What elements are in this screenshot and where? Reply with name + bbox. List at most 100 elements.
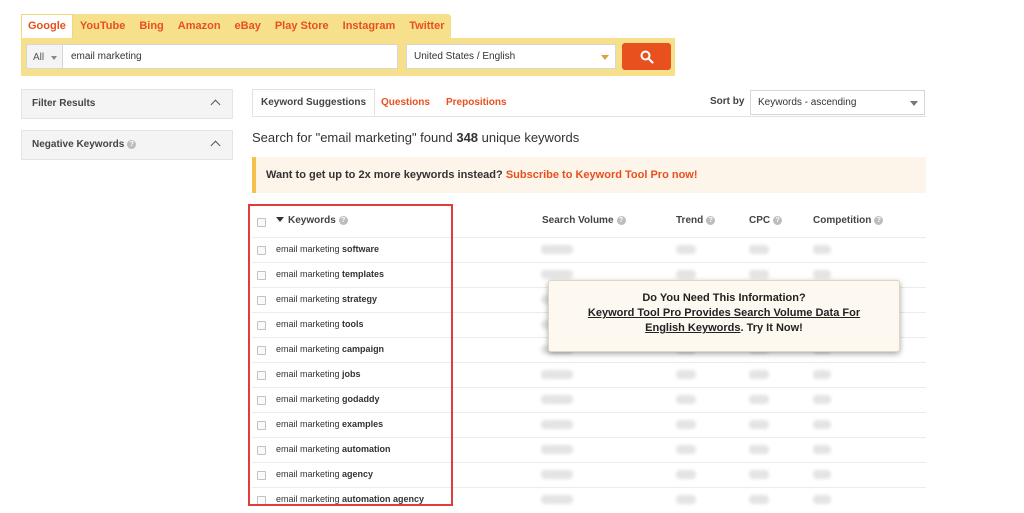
search-input[interactable]: email marketing xyxy=(62,44,398,69)
blurred-value xyxy=(749,495,769,504)
blurred-value xyxy=(813,470,831,479)
keyword-cell[interactable]: email marketing tools xyxy=(276,319,364,329)
subscribe-link[interactable]: Subscribe to Keyword Tool Pro now! xyxy=(506,169,698,181)
sort-select[interactable]: Keywords - ascending xyxy=(750,90,925,115)
trend-label: Trend xyxy=(676,215,704,226)
blurred-value xyxy=(676,270,696,279)
promo-text: Want to get up to 2x more keywords inste… xyxy=(266,169,503,181)
keyword-cell[interactable]: email marketing jobs xyxy=(276,369,361,379)
keyword-cell[interactable]: email marketing examples xyxy=(276,419,383,429)
blurred-value xyxy=(541,245,573,254)
keyword-cell[interactable]: email marketing strategy xyxy=(276,294,377,304)
row-checkbox[interactable] xyxy=(257,321,266,330)
chevron-down-icon xyxy=(910,101,918,106)
blurred-value xyxy=(541,495,573,504)
row-checkbox[interactable] xyxy=(257,346,266,355)
sort-desc-icon xyxy=(276,217,284,222)
tab-play-store[interactable]: Play Store xyxy=(268,14,336,38)
blurred-value xyxy=(676,370,696,379)
locale-select[interactable]: United States / English xyxy=(406,44,616,69)
keywords-header[interactable]: Keywords? xyxy=(276,215,348,226)
sort-value: Keywords - ascending xyxy=(758,97,857,108)
tabs-divider xyxy=(252,116,926,117)
row-checkbox[interactable] xyxy=(257,246,266,255)
help-icon[interactable]: ? xyxy=(773,215,783,225)
blurred-value xyxy=(541,370,573,379)
popup-link-english[interactable]: English Keywords xyxy=(645,322,740,334)
blurred-value xyxy=(676,395,696,404)
blurred-value xyxy=(541,420,573,429)
blurred-value xyxy=(676,495,696,504)
blurred-value xyxy=(749,470,769,479)
chevron-up-icon[interactable] xyxy=(210,99,221,110)
tab-amazon[interactable]: Amazon xyxy=(171,14,228,38)
blurred-value xyxy=(676,245,696,254)
tab-instagram[interactable]: Instagram xyxy=(336,14,403,38)
search-volume-header[interactable]: Search Volume? xyxy=(542,215,626,226)
sort-by-label: Sort by xyxy=(710,96,745,107)
keyword-cell[interactable]: email marketing automation agency xyxy=(276,494,424,504)
chevron-up-icon[interactable] xyxy=(210,140,221,151)
keyword-count: 348 xyxy=(456,130,479,145)
help-icon[interactable]: ? xyxy=(338,215,348,225)
row-checkbox[interactable] xyxy=(257,496,266,505)
tab-bing[interactable]: Bing xyxy=(132,14,170,38)
row-checkbox[interactable] xyxy=(257,396,266,405)
keyword-cell[interactable]: email marketing agency xyxy=(276,469,373,479)
tab-ebay[interactable]: eBay xyxy=(228,14,268,38)
keyword-cell[interactable]: email marketing campaign xyxy=(276,344,384,354)
help-icon[interactable]: ? xyxy=(127,139,137,149)
search-button[interactable] xyxy=(622,43,671,70)
results-summary: Search for "email marketing" found 348 u… xyxy=(252,130,579,145)
blurred-value xyxy=(676,470,696,479)
locale-value: United States / English xyxy=(414,51,516,62)
cpc-header[interactable]: CPC? xyxy=(749,215,783,226)
keyword-cell[interactable]: email marketing templates xyxy=(276,269,384,279)
tab-youtube[interactable]: YouTube xyxy=(73,14,132,38)
scope-value: All xyxy=(33,52,45,63)
chevron-down-icon xyxy=(51,56,57,60)
tab-google[interactable]: Google xyxy=(21,14,73,38)
competition-header[interactable]: Competition? xyxy=(813,215,884,226)
tab-twitter[interactable]: Twitter xyxy=(402,14,451,38)
competition-label: Competition xyxy=(813,215,872,226)
blurred-value xyxy=(749,370,769,379)
blurred-value xyxy=(676,420,696,429)
engine-tabs: Google YouTube Bing Amazon eBay Play Sto… xyxy=(21,14,452,38)
popup-link[interactable]: Keyword Tool Pro Provides Search Volume … xyxy=(588,307,860,319)
help-icon[interactable]: ? xyxy=(616,215,626,225)
blurred-value xyxy=(541,470,573,479)
negative-keywords-panel[interactable]: Negative Keywords? xyxy=(21,130,233,160)
upgrade-banner: Want to get up to 2x more keywords inste… xyxy=(252,157,926,193)
blurred-value xyxy=(749,245,769,254)
row-checkbox[interactable] xyxy=(257,296,266,305)
row-checkbox[interactable] xyxy=(257,271,266,280)
popup-cta: . Try It Now! xyxy=(740,322,803,334)
tab-questions[interactable]: Questions xyxy=(381,89,430,116)
tab-prepositions[interactable]: Prepositions xyxy=(446,89,507,116)
chevron-down-icon xyxy=(601,55,609,60)
select-all-checkbox[interactable] xyxy=(257,218,266,227)
trend-header[interactable]: Trend? xyxy=(676,215,716,226)
keywords-header-label: Keywords xyxy=(288,215,336,226)
blurred-value xyxy=(541,445,573,454)
popup-title: Do You Need This Information? xyxy=(642,292,806,304)
row-checkbox[interactable] xyxy=(257,371,266,380)
cpc-label: CPC xyxy=(749,215,771,226)
help-icon[interactable]: ? xyxy=(874,215,884,225)
blurred-value xyxy=(541,270,573,279)
tab-keyword-suggestions[interactable]: Keyword Suggestions xyxy=(252,89,376,116)
blurred-value xyxy=(813,445,831,454)
summary-suffix: unique keywords xyxy=(481,130,580,145)
search-volume-label: Search Volume xyxy=(542,215,614,226)
blurred-value xyxy=(749,445,769,454)
keyword-cell[interactable]: email marketing software xyxy=(276,244,379,254)
help-icon[interactable]: ? xyxy=(706,215,716,225)
filter-results-panel[interactable]: Filter Results xyxy=(21,89,233,119)
row-checkbox[interactable] xyxy=(257,421,266,430)
row-checkbox[interactable] xyxy=(257,446,266,455)
keyword-cell[interactable]: email marketing automation xyxy=(276,444,391,454)
keyword-cell[interactable]: email marketing godaddy xyxy=(276,394,380,404)
row-checkbox[interactable] xyxy=(257,471,266,480)
scope-select[interactable]: All xyxy=(26,44,62,69)
